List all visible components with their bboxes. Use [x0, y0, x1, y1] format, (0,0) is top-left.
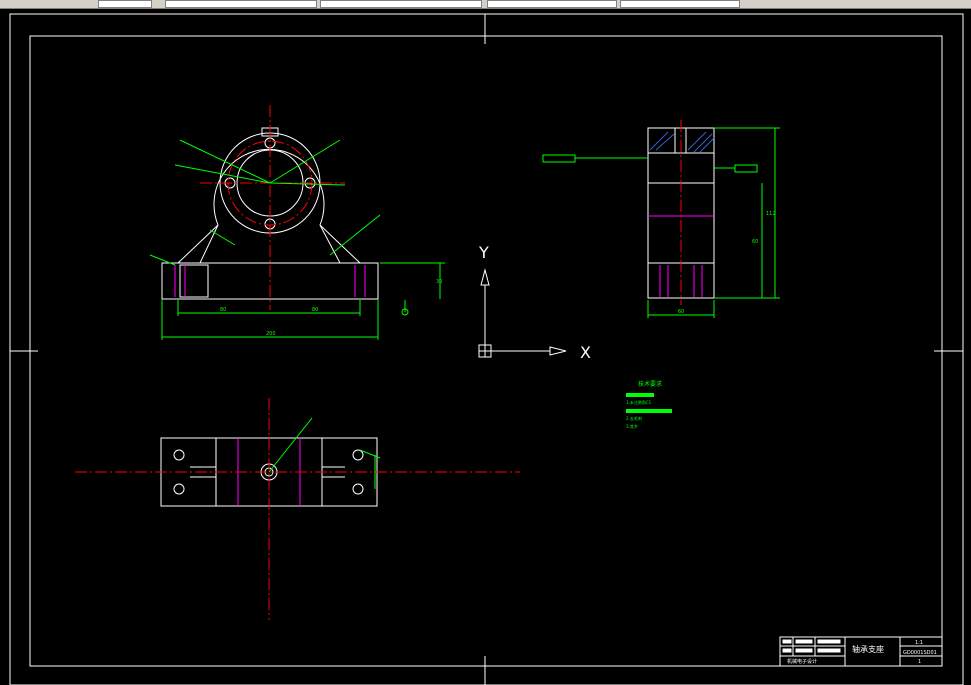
drawing-number: GD0001SD01 — [903, 650, 937, 656]
sheet-number: 1 — [918, 659, 921, 665]
dim-front-width: 200 — [266, 331, 276, 337]
tech-req-item-3: 3.其余 — [626, 423, 638, 429]
ucs-y-label: Y — [478, 243, 489, 262]
dim-side-height: 112 — [766, 211, 776, 217]
dim-front-half-right: 80 — [312, 307, 318, 313]
company-name: 机械电子设计 — [787, 658, 817, 665]
drawing-canvas[interactable]: 200 80 80 30 112 60 60 X Y 技术要求 1.未注倒角C1… — [0, 9, 971, 685]
scale-label: 1:1 — [915, 640, 923, 646]
ucs-x-label: X — [580, 343, 591, 362]
plotstyle-dropdown[interactable] — [620, 0, 740, 8]
color-dropdown[interactable] — [165, 0, 317, 8]
tech-req-item-2: 2.去毛刺 — [626, 415, 642, 421]
linetype-dropdown[interactable] — [320, 0, 482, 8]
dim-front-base-h: 30 — [436, 279, 442, 285]
part-name: 轴承支座 — [852, 644, 884, 654]
lineweight-dropdown[interactable] — [487, 0, 617, 8]
dim-side-width: 60 — [678, 309, 684, 315]
toolbar — [0, 0, 971, 9]
tech-req-title: 技术要求 — [638, 380, 662, 388]
dim-side-upper: 60 — [752, 239, 758, 245]
layer-dropdown[interactable] — [98, 0, 152, 8]
tech-req-item-1: 1.未注倒角C1 — [626, 399, 652, 405]
dim-front-half-left: 80 — [220, 307, 226, 313]
